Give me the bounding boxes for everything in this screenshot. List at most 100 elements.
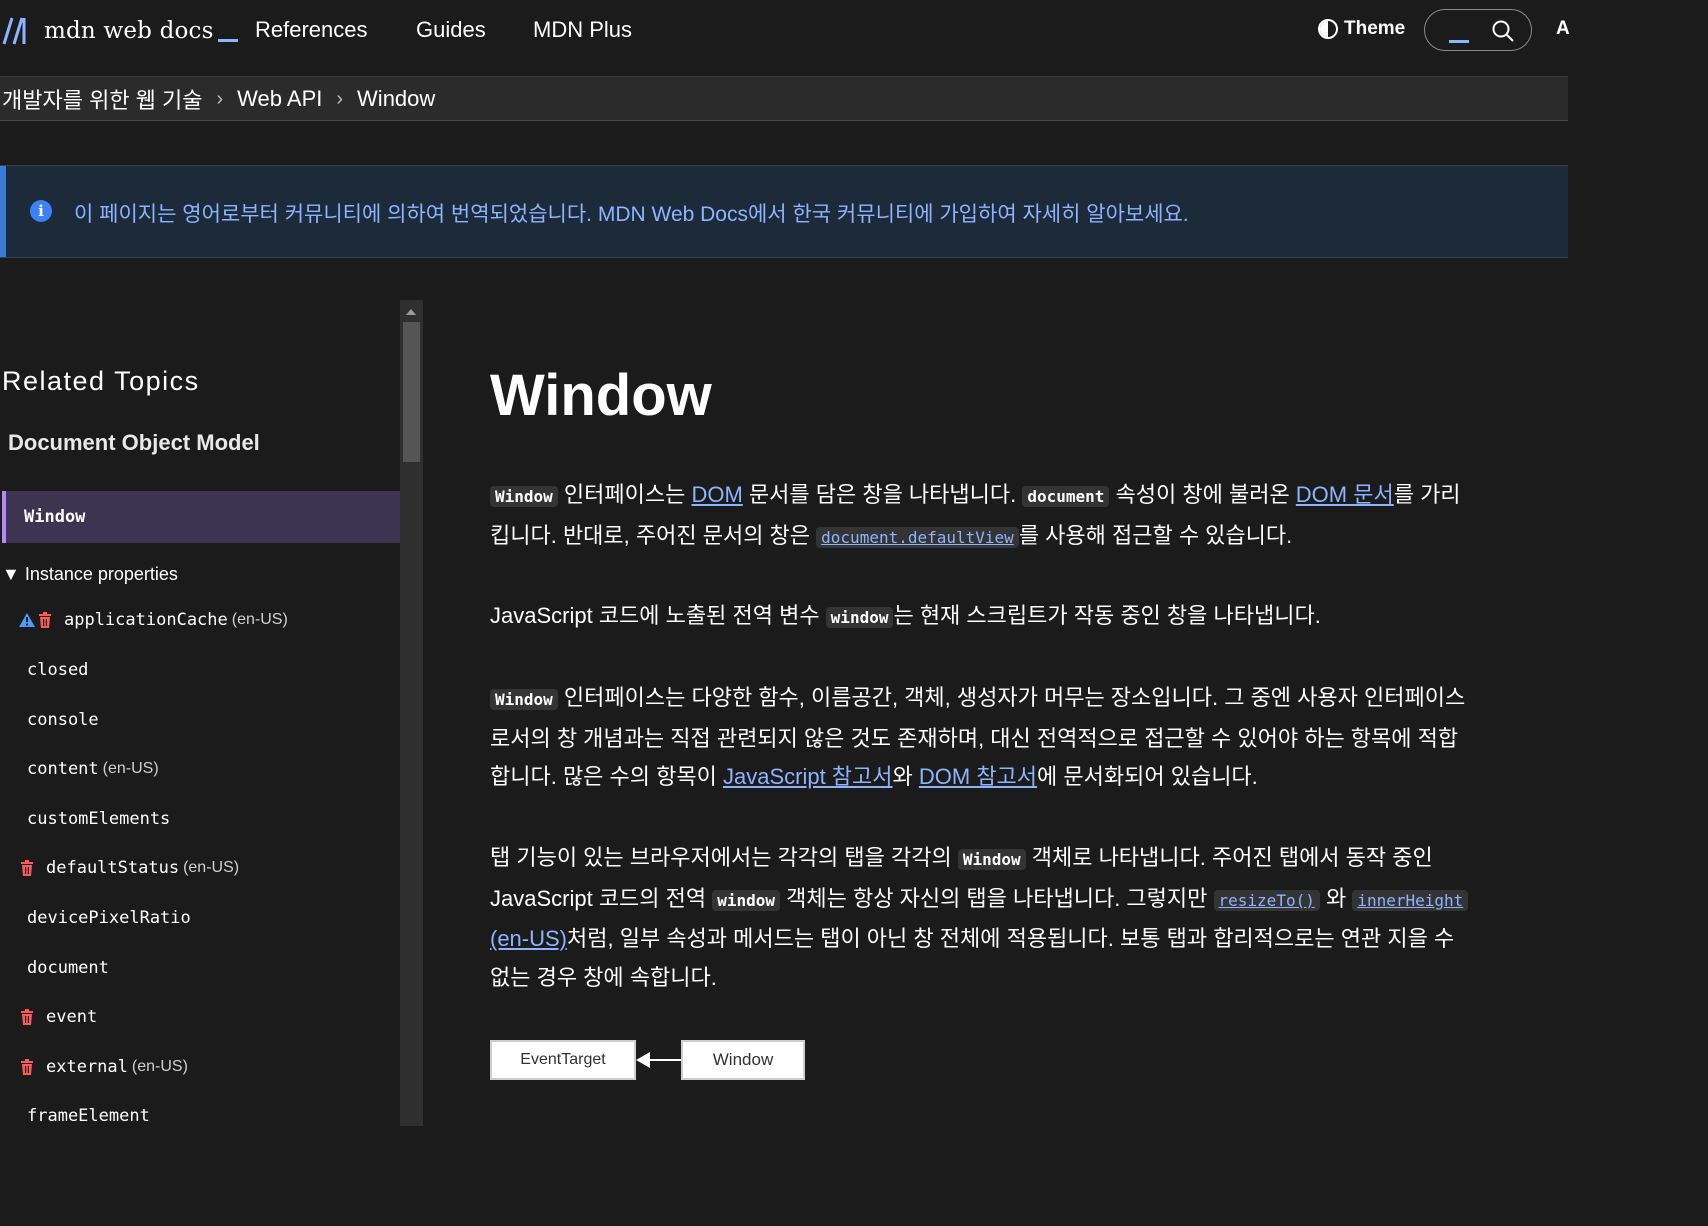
sidebar-item-closed[interactable]: closed xyxy=(27,660,88,680)
search-icon[interactable] xyxy=(1491,19,1515,43)
theme-icon xyxy=(1318,19,1338,39)
text: 는 현재 스크립트가 작동 중인 창을 나타냅니다. xyxy=(893,603,1321,628)
sidebar-item-label: Window xyxy=(24,507,86,527)
sidebar-scrollbar[interactable] xyxy=(400,300,423,1126)
account-link-truncated[interactable]: A xyxy=(1556,18,1570,40)
sidebar: Related Topics Document Object Model Win… xyxy=(0,300,400,1126)
paragraph-2: JavaScript 코드에 노출된 전역 변수 window 는 현재 스크립트… xyxy=(490,597,1550,638)
sidebar-item-console[interactable]: console xyxy=(27,710,99,730)
chevron-right-icon: › xyxy=(216,87,224,110)
sidebar-item-frameelement[interactable]: frameElement xyxy=(27,1106,150,1126)
property-name: frameElement xyxy=(27,1106,150,1126)
sidebar-item-window-active[interactable]: Window xyxy=(2,491,400,543)
sidebar-item-devicepixelratio[interactable]: devicePixelRatio xyxy=(27,908,191,928)
link-dom[interactable]: DOM xyxy=(691,482,742,507)
search-cursor xyxy=(1449,40,1469,43)
breadcrumb-item[interactable]: 개발자를 위한 웹 기술 xyxy=(2,83,203,115)
chevron-right-icon: › xyxy=(336,87,344,110)
trash-icon xyxy=(21,1059,33,1075)
text: 합니다. 많은 수의 항목이 xyxy=(490,764,723,789)
property-name: customElements xyxy=(27,809,171,829)
property-name: applicationCache xyxy=(64,610,228,630)
text: JavaScript 코드의 전역 xyxy=(490,885,713,911)
top-navigation-bar: mdn web docs References Guides MDN Plus … xyxy=(0,0,1570,77)
page-title: Window xyxy=(490,363,712,428)
link-resizeto[interactable]: resizeTo() xyxy=(1213,889,1320,911)
breadcrumb-item[interactable]: Web API xyxy=(237,86,322,112)
sidebar-item-content[interactable]: content (en-US) xyxy=(27,759,159,779)
sidebar-item-event[interactable]: event xyxy=(20,1007,97,1027)
breadcrumb-bar: 개발자를 위한 웹 기술 › Web API › Window xyxy=(0,77,1568,121)
nav-mdn-plus[interactable]: MDN Plus xyxy=(533,17,632,43)
triangle-down-icon: ▼ xyxy=(2,564,20,584)
warning-icon xyxy=(19,613,35,627)
text: 와 xyxy=(1319,885,1353,911)
text: 킵니다. 반대로, 주어진 문서의 창은 xyxy=(490,522,817,548)
mdn-logo[interactable]: mdn web docs xyxy=(2,16,238,46)
mdn-logo-icon xyxy=(2,17,26,45)
property-name: console xyxy=(27,710,99,730)
inline-code: Window xyxy=(490,486,558,507)
inheritance-arrow-line xyxy=(648,1059,681,1061)
theme-button[interactable]: Theme xyxy=(1318,18,1405,40)
trash-icon xyxy=(39,612,51,628)
scroll-up-arrow-icon[interactable] xyxy=(406,309,416,315)
sidebar-item-applicationcache[interactable]: applicationCache (en-US) xyxy=(18,610,288,630)
text: 없는 경우 창에 속합니다. xyxy=(490,964,717,990)
instance-properties-toggle[interactable]: ▼ Instance properties xyxy=(2,564,178,585)
language-tag: (en-US) xyxy=(102,760,159,777)
diagram-eventtarget-box[interactable]: EventTarget xyxy=(490,1040,636,1080)
sidebar-item-document[interactable]: document xyxy=(27,958,109,978)
scroll-thumb[interactable] xyxy=(403,322,420,462)
logo-cursor xyxy=(217,38,238,42)
sidebar-section-title[interactable]: Document Object Model xyxy=(8,430,260,456)
text: 를 사용해 접근할 수 있습니다. xyxy=(1018,522,1293,548)
property-name: defaultStatus xyxy=(46,858,180,878)
property-name: document xyxy=(27,958,109,978)
paragraph-3: Window 인터페이스는 다양한 함수, 이름공간, 객체, 생성자가 머무는… xyxy=(490,679,1550,797)
text: 객체는 항상 자신의 탭을 나타냅니다. 그렇지만 xyxy=(780,885,1214,911)
theme-label: Theme xyxy=(1344,18,1406,39)
property-name: content xyxy=(27,759,99,779)
notice-text[interactable]: 이 페이지는 영어로부터 커뮤니티에 의하여 번역되었습니다. MDN Web … xyxy=(74,198,1189,228)
property-name: external xyxy=(46,1057,128,1077)
inline-code: window xyxy=(825,607,894,628)
link-en-us[interactable]: (en-US) xyxy=(490,926,567,951)
trash-icon xyxy=(21,860,33,876)
nav-references[interactable]: References xyxy=(255,17,368,43)
text: 탭 기능이 있는 브라우저에서는 각각의 탭을 각각의 xyxy=(490,845,958,870)
link-javascript-reference[interactable]: JavaScript 참고서 xyxy=(723,764,893,789)
inline-code: Window xyxy=(957,849,1026,870)
search-input[interactable] xyxy=(1424,9,1532,51)
text: 객체로 나타냅니다. 주어진 탭에서 동작 중인 xyxy=(1025,845,1433,870)
property-name: closed xyxy=(27,660,89,680)
link-document-defaultview[interactable]: document.defaultView xyxy=(816,526,1019,548)
logo-text: mdn web docs xyxy=(44,18,214,44)
breadcrumb-item[interactable]: Window xyxy=(357,86,435,112)
link-dom-document[interactable]: DOM 문서 xyxy=(1296,482,1394,507)
info-icon: i xyxy=(30,200,52,222)
sidebar-item-defaultstatus[interactable]: defaultStatus (en-US) xyxy=(20,858,239,878)
diagram-window-box[interactable]: Window xyxy=(681,1040,805,1080)
sidebar-item-external[interactable]: external (en-US) xyxy=(20,1057,188,1077)
text: 에 문서화되어 있습니다. xyxy=(1037,764,1258,789)
breadcrumb: 개발자를 위한 웹 기술 › Web API › Window xyxy=(2,83,435,115)
link-innerheight[interactable]: innerHeight xyxy=(1352,889,1469,911)
related-topics-title: Related Topics xyxy=(2,366,200,396)
language-tag: (en-US) xyxy=(231,611,288,628)
sidebar-item-customelements[interactable]: customElements xyxy=(27,809,170,829)
group-label: Instance properties xyxy=(24,564,178,584)
nav-guides[interactable]: Guides xyxy=(416,17,486,43)
text: 와 xyxy=(892,764,919,789)
text: JavaScript 코드에 노출된 전역 변수 xyxy=(490,603,826,628)
language-tag: (en-US) xyxy=(183,859,240,876)
language-tag: (en-US) xyxy=(131,1058,188,1075)
trash-icon xyxy=(21,1009,33,1025)
paragraph-1: Window 인터페이스는 DOM 문서를 담은 창을 나타냅니다. docum… xyxy=(490,476,1550,557)
notice-accent-bar xyxy=(0,166,6,257)
text: 인터페이스는 다양한 함수, 이름공간, 객체, 생성자가 머무는 장소입니다.… xyxy=(557,685,1466,710)
link-dom-reference[interactable]: DOM 참고서 xyxy=(919,764,1037,789)
property-name: devicePixelRatio xyxy=(27,908,191,928)
translation-notice: i 이 페이지는 영어로부터 커뮤니티에 의하여 번역되었습니다. MDN We… xyxy=(0,165,1568,258)
text: 속성이 창에 불러온 xyxy=(1109,482,1296,507)
